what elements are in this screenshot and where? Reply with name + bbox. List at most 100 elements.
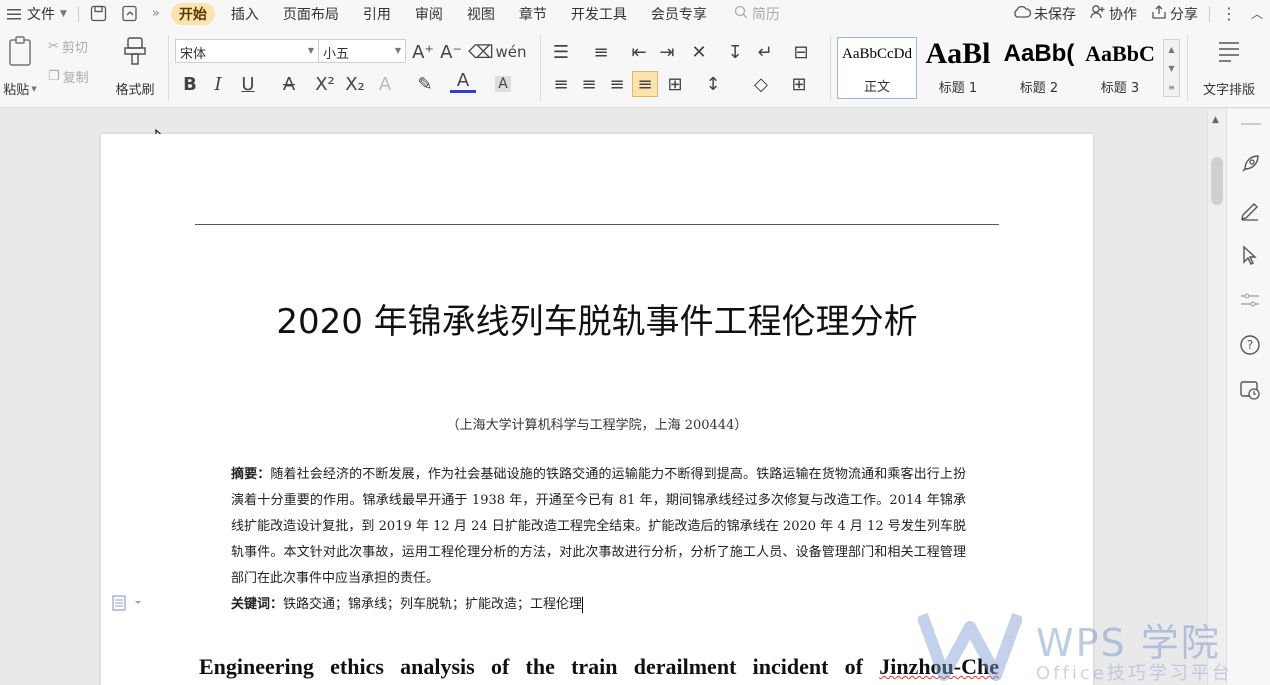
help-icon[interactable]: ?	[1239, 334, 1261, 356]
char-shading-icon[interactable]: A	[490, 71, 516, 97]
font-size-select[interactable]: 小五 ▼	[318, 39, 406, 63]
scroll-up-icon[interactable]: ▲	[1212, 115, 1219, 125]
add-user-icon	[1090, 4, 1106, 23]
show-marks-icon[interactable]: ↵	[752, 39, 778, 65]
document-canvas[interactable]: 2020 年锦承线列车脱轨事件工程伦理分析 （上海大学计算机科学与工程学院，上海…	[0, 109, 1207, 685]
tab-label: 页面布局	[282, 6, 339, 23]
pen-icon[interactable]	[1239, 199, 1261, 221]
font-color-icon[interactable]: A	[450, 70, 476, 93]
style-heading-3[interactable]: AaBbC 标题 3	[1080, 37, 1160, 99]
highlight-icon[interactable]: ✎	[412, 71, 438, 97]
backup-icon[interactable]	[1239, 379, 1261, 401]
export-pdf-icon[interactable]	[114, 0, 145, 27]
search-box[interactable]: 简历	[727, 0, 787, 27]
unsaved-status[interactable]: 未保存	[1006, 0, 1083, 27]
borders-icon[interactable]: ⊞	[786, 71, 812, 97]
tab-member[interactable]: 会员专享	[643, 3, 715, 25]
tab-page-layout[interactable]: 页面布局	[275, 3, 347, 25]
divider	[1187, 35, 1188, 101]
font-size-value: 小五	[323, 47, 350, 62]
align-left-icon[interactable]: ≡	[548, 71, 574, 97]
paste-label: 粘贴	[3, 83, 30, 98]
chinese-layout-icon[interactable]: ✕	[686, 39, 712, 65]
tab-insert[interactable]: 插入	[223, 3, 267, 25]
copy-button[interactable]: ❐ 复制	[48, 65, 89, 87]
underline-icon[interactable]: U	[235, 71, 261, 97]
font-name-select[interactable]: 宋体 ▼	[175, 39, 319, 63]
tab-home[interactable]: 开始	[170, 2, 215, 25]
tab-label: 引用	[362, 6, 391, 23]
clear-format-icon[interactable]: ⌫	[468, 39, 494, 65]
align-right-icon[interactable]: ≡	[604, 71, 630, 97]
align-center-icon[interactable]: ≡	[576, 71, 602, 97]
clipboard-small: ✂ 剪切 ❐ 复制	[48, 35, 89, 87]
abstract-paragraph[interactable]: 摘要：随着社会经济的不断发展，作为社会基础设施的铁路交通的运输能力不断得到提高。…	[231, 462, 966, 592]
shading-icon[interactable]: ◇	[748, 71, 774, 97]
bold-icon[interactable]: B	[177, 71, 203, 97]
chevron-up-icon[interactable]: ▲	[1164, 40, 1179, 59]
ribbon-toolbar: 粘贴 ▼ ✂ 剪切 ❐ 复制 格式刷 宋体 ▼ 小五 ▼ A⁺ A⁻ ⌫ wén …	[0, 27, 1270, 108]
style-label: 标题 2	[1019, 81, 1059, 96]
tab-review[interactable]: 审阅	[407, 3, 451, 25]
italic-icon[interactable]: I	[205, 71, 231, 97]
chevron-down-icon: ▼	[31, 84, 37, 93]
text-effect-icon[interactable]: A	[372, 71, 398, 97]
style-label: 标题 3	[1100, 81, 1140, 96]
shrink-font-icon[interactable]: A⁻	[438, 39, 464, 65]
clipboard-icon	[5, 35, 35, 71]
paste-button[interactable]: 粘贴 ▼	[0, 35, 40, 98]
bullet-list-icon[interactable]: ☰	[548, 39, 574, 65]
style-preview: AaBl	[925, 37, 991, 70]
chevron-down-icon[interactable]: ▼	[1164, 59, 1179, 78]
style-normal[interactable]: AaBbCcDd 正文	[837, 37, 917, 99]
scrollbar-thumb[interactable]	[1211, 157, 1223, 205]
distributed-align-icon[interactable]: ⊞	[662, 71, 688, 97]
cut-label: 剪切	[61, 40, 88, 56]
share-button[interactable]: 分享	[1144, 0, 1205, 27]
justify-icon[interactable]: ≡	[632, 71, 658, 97]
more-options-icon[interactable]: ⋮	[1214, 0, 1244, 27]
adjust-icon[interactable]	[1239, 289, 1261, 311]
sort-icon[interactable]: ↧	[722, 39, 748, 65]
file-menu[interactable]: 文件 ▼	[0, 0, 74, 27]
paintbrush-icon	[122, 35, 148, 71]
text-layout-button[interactable]: 文字排版	[1196, 35, 1262, 98]
phonetic-guide-icon[interactable]: wén	[496, 39, 527, 65]
wps-academy-watermark: WPS 学院 Office技巧学习平台	[916, 607, 1248, 685]
numbered-list-icon[interactable]: ≡	[588, 39, 614, 65]
superscript-icon[interactable]: X²	[312, 71, 338, 97]
cut-button[interactable]: ✂ 剪切	[48, 35, 89, 57]
document-page[interactable]: 2020 年锦承线列车脱轨事件工程伦理分析 （上海大学计算机科学与工程学院，上海…	[101, 134, 1093, 685]
more-quick-access-icon[interactable]: »	[145, 0, 167, 27]
decrease-indent-icon[interactable]: ⇤	[626, 39, 652, 65]
tab-references[interactable]: 引用	[355, 3, 399, 25]
increase-indent-icon[interactable]: ⇥	[654, 39, 680, 65]
paste-label-wrap: 粘贴 ▼	[3, 79, 36, 98]
line-spacing-icon[interactable]: ↕	[700, 71, 726, 97]
tab-section[interactable]: 章节	[511, 3, 555, 25]
save-icon[interactable]	[83, 0, 114, 27]
paragraph-options-icon[interactable]	[111, 595, 143, 615]
style-heading-2[interactable]: AaBb( 标题 2	[999, 37, 1079, 99]
select-pointer-icon[interactable]	[1239, 244, 1261, 266]
keywords-text: 铁路交通；锦承线；列车脱轨；扩能改造；工程伦理	[283, 597, 583, 612]
styles-scroll[interactable]: ▲ ▼ ≡	[1163, 39, 1180, 97]
strikethrough-icon[interactable]: A	[276, 71, 302, 97]
table-icon[interactable]: ⊟	[788, 39, 814, 65]
divider	[830, 35, 831, 101]
collapse-ribbon-icon[interactable]: ︿	[1244, 0, 1270, 27]
rocket-icon[interactable]	[1239, 153, 1261, 175]
vertical-scrollbar[interactable]: ▲	[1207, 109, 1226, 685]
collab-button[interactable]: 协作	[1083, 0, 1144, 27]
grow-font-icon[interactable]: A⁺	[410, 39, 436, 65]
keywords-paragraph[interactable]: 关键词：铁路交通；锦承线；列车脱轨；扩能改造；工程伦理	[231, 592, 966, 618]
format-painter-button[interactable]: 格式刷	[110, 35, 160, 98]
wps-logo-icon	[916, 609, 1024, 685]
tab-developer[interactable]: 开发工具	[563, 3, 635, 25]
collab-label: 协作	[1108, 6, 1137, 23]
style-heading-1[interactable]: AaBl 标题 1	[918, 37, 998, 99]
tab-view[interactable]: 视图	[459, 3, 503, 25]
subscript-icon[interactable]: X₂	[342, 71, 368, 97]
expand-icon[interactable]: ≡	[1164, 78, 1179, 97]
divider	[77, 5, 79, 22]
